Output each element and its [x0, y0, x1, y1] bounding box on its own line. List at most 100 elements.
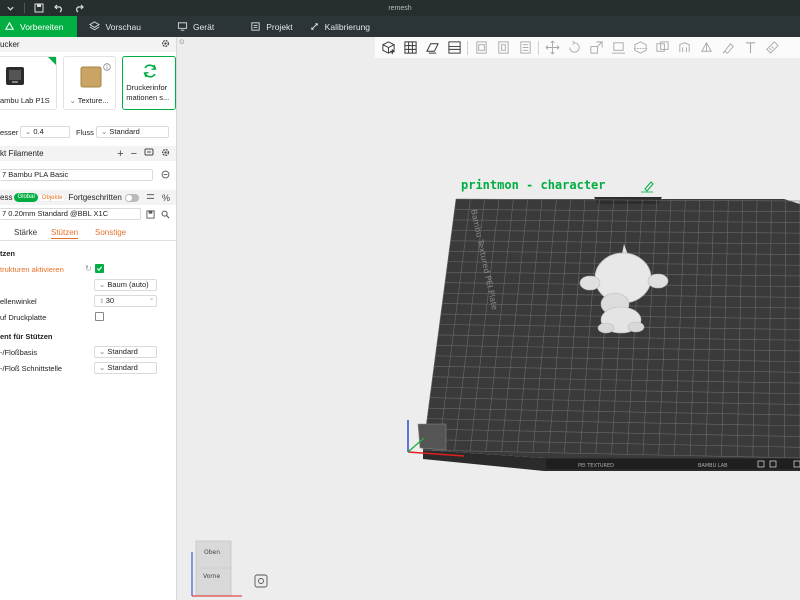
- object-toolbar: [375, 37, 800, 58]
- plate-name-label[interactable]: printmon - character: [461, 178, 606, 192]
- nozzle-select[interactable]: ⌄ 0.4: [20, 126, 70, 138]
- selected-corner-marker: [47, 57, 56, 65]
- raft-base-select[interactable]: ⌄ Standard: [94, 346, 157, 358]
- support-type-row: ⌄ Baum (auto): [0, 277, 176, 293]
- move-icon[interactable]: [541, 38, 563, 58]
- save-profile-icon[interactable]: [146, 210, 155, 221]
- orient-icon[interactable]: [421, 38, 443, 58]
- checkmark-icon: [96, 266, 103, 272]
- tab-vorbereiten[interactable]: Vorbereiten: [0, 16, 78, 37]
- add-object-icon[interactable]: [377, 38, 399, 58]
- view-cube-top-label: Oben: [204, 549, 220, 556]
- info-icon[interactable]: [103, 63, 111, 71]
- sync-printer-info-card[interactable]: Druckerinfor mationen s...: [122, 56, 177, 110]
- process-percent-icon[interactable]: %: [162, 193, 170, 203]
- tab-label: Vorschau: [105, 21, 141, 32]
- raft-interface-select[interactable]: ⌄ Standard: [94, 362, 157, 374]
- seam-paint-icon[interactable]: [695, 38, 717, 58]
- support-filament-group-header: ent für Stützen: [0, 328, 176, 344]
- tab-label: Vorbereiten: [20, 21, 64, 32]
- mesh-boolean-icon[interactable]: [651, 38, 673, 58]
- support-paint-icon[interactable]: [673, 38, 695, 58]
- tab-geraet[interactable]: Gerät: [153, 16, 226, 37]
- calibration-icon: [310, 23, 318, 30]
- fit-view-icon[interactable]: [254, 574, 268, 588]
- plate-front-label: PEI TEXTURED: [578, 463, 614, 469]
- tab-vorschau[interactable]: Vorschau: [77, 16, 152, 37]
- process-profile-select[interactable]: 7 0.20mm Standard @BBL X1C: [0, 208, 141, 220]
- filament-edit-icon[interactable]: [161, 170, 170, 181]
- origin-cell: [417, 423, 447, 451]
- tab-stuetzen[interactable]: Stützen: [51, 228, 79, 239]
- split-parts-icon[interactable]: [492, 38, 514, 58]
- filament-select[interactable]: 7 Bambu PLA Basic: [0, 169, 153, 181]
- view-cube[interactable]: Oben Vorne: [191, 540, 242, 597]
- view-cube-front-label: Vorne: [203, 573, 220, 580]
- flow-select[interactable]: ⌄ Standard: [96, 126, 169, 138]
- redo-icon[interactable]: [69, 0, 89, 16]
- plate-card[interactable]: ⌄ Texture...: [62, 56, 117, 110]
- advanced-toggle[interactable]: [124, 193, 139, 202]
- menu-chevron-icon[interactable]: [0, 0, 20, 16]
- plate-layout-icon[interactable]: [443, 38, 465, 58]
- tab-projekt[interactable]: Projekt: [226, 16, 304, 37]
- sidebar-collapse-handle[interactable]: ⊙: [179, 38, 187, 46]
- process-section-header: ess Global Objekte Fortgeschritten %: [0, 190, 176, 205]
- filament-sync-icon[interactable]: [144, 148, 154, 160]
- lay-on-face-icon[interactable]: [607, 38, 629, 58]
- printer-settings-gear-icon[interactable]: [161, 39, 170, 51]
- tab-sonstige[interactable]: Sonstige: [95, 228, 126, 237]
- tab-staerke[interactable]: Stärke: [14, 228, 37, 237]
- filament-section-title: kt Filamente: [0, 149, 44, 158]
- plate-dropdown-chevron-icon: ⌄: [69, 96, 78, 105]
- model-right-ear: [647, 273, 669, 289]
- tab-kalibrierung[interactable]: Kalibrierung: [305, 16, 382, 37]
- tab-label: Gerät: [192, 21, 215, 32]
- on-plate-only-checkbox[interactable]: [95, 312, 104, 321]
- printer-section-header: ucker: [0, 37, 176, 52]
- printer-card[interactable]: ambu Lab P1S: [0, 56, 57, 110]
- rotate-icon[interactable]: [563, 38, 585, 58]
- arrange-grid-icon[interactable]: [399, 38, 421, 58]
- raft-interface-label: -/Floß Schnittstelle: [0, 363, 63, 373]
- filament-section-header: kt Filamente + −: [0, 146, 176, 161]
- process-compare-icon[interactable]: [146, 192, 155, 204]
- printer-section-title: ucker: [0, 40, 20, 49]
- process-subtabs: Stärke Stützen Sonstige: [0, 225, 176, 241]
- edit-plate-name-icon[interactable]: [641, 181, 654, 193]
- variable-layer-icon[interactable]: [514, 38, 536, 58]
- build-plate[interactable]: PEI TEXTURED BAMBU LAB Bambu Textured PE…: [417, 197, 800, 471]
- cut-icon[interactable]: [629, 38, 651, 58]
- sync-card-line-2: mationen s...: [126, 93, 170, 102]
- raft-interface-row: -/Floß Schnittstelle ⌄ Standard: [0, 360, 176, 376]
- split-objects-icon[interactable]: [470, 38, 492, 58]
- measure-icon[interactable]: [761, 38, 783, 58]
- 3d-viewport[interactable]: PEI TEXTURED BAMBU LAB Bambu Textured PE…: [178, 58, 800, 600]
- support-type-value: Baum (auto): [107, 280, 149, 289]
- main-tab-bar: Vorbereiten Vorschau Gerät Projekt Kalib…: [0, 16, 800, 37]
- titlebar-divider: [24, 3, 25, 13]
- threshold-angle-input[interactable]: ⇕ 30 °: [94, 295, 157, 307]
- objects-pill[interactable]: Objekte: [37, 193, 67, 202]
- save-icon[interactable]: [29, 0, 49, 16]
- scale-icon[interactable]: [585, 38, 607, 58]
- threshold-angle-value: 30: [105, 296, 115, 305]
- filament-name: Bambu PLA Basic: [8, 170, 69, 179]
- add-filament-icon[interactable]: +: [117, 148, 123, 160]
- viewport-canvas[interactable]: PEI TEXTURED BAMBU LAB Bambu Textured PE…: [178, 58, 800, 600]
- threshold-angle-label: ellenwinkel: [0, 296, 37, 306]
- support-type-select[interactable]: ⌄ Baum (auto): [94, 279, 157, 291]
- raft-interface-value: Standard: [107, 363, 138, 372]
- reset-icon[interactable]: ↻: [85, 264, 92, 273]
- enable-support-checkbox[interactable]: [95, 264, 104, 273]
- stepper-icon[interactable]: ⇕: [99, 299, 106, 305]
- text-tool-icon[interactable]: [739, 38, 761, 58]
- color-paint-icon[interactable]: [717, 38, 739, 58]
- raft-base-label: -/Floßbasis: [0, 347, 38, 357]
- undo-icon[interactable]: [49, 0, 69, 16]
- remove-filament-icon[interactable]: −: [131, 148, 137, 160]
- filament-settings-gear-icon[interactable]: [161, 148, 170, 160]
- layers-icon: [89, 21, 101, 31]
- global-pill[interactable]: Global: [14, 193, 38, 202]
- search-icon[interactable]: [161, 210, 170, 221]
